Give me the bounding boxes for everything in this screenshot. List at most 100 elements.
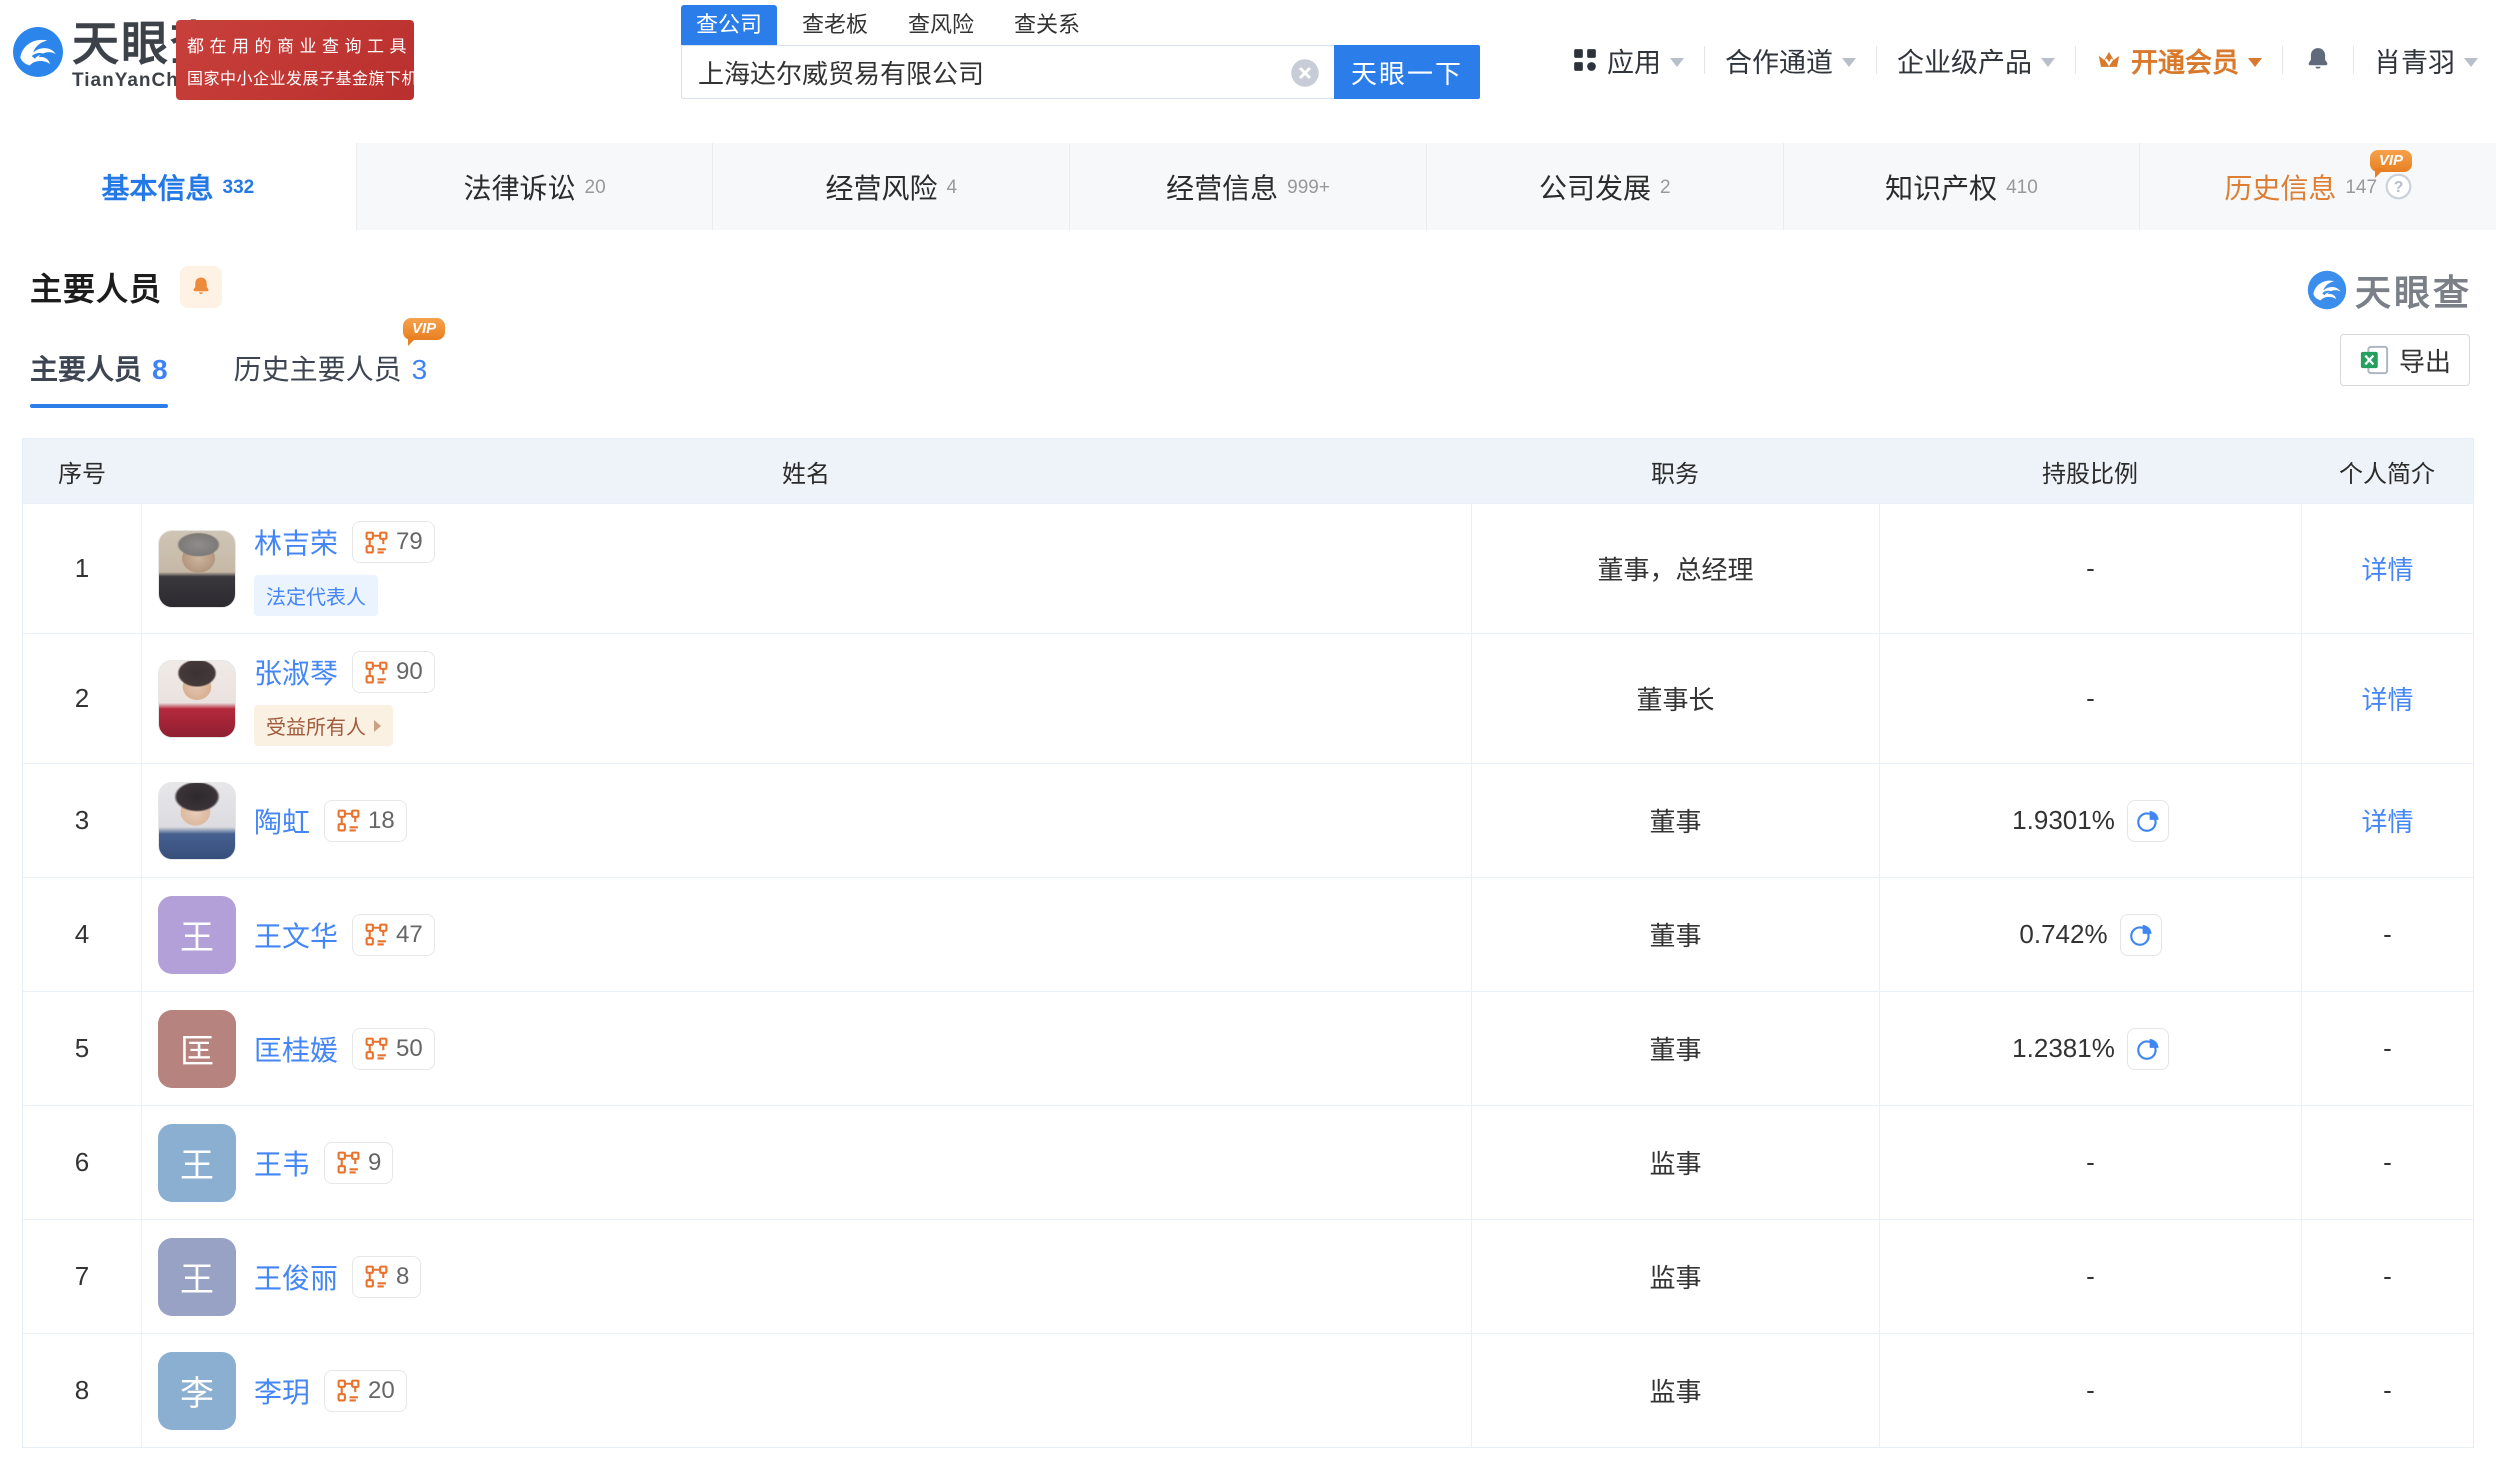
person-name-link[interactable]: 陶虹 bbox=[254, 801, 310, 841]
chevron-down-icon bbox=[2041, 57, 2055, 67]
profile-cell: - bbox=[2301, 1220, 2473, 1333]
ratio-cell: - bbox=[1879, 504, 2301, 633]
tab-company-development[interactable]: 公司发展 2 bbox=[1427, 143, 1784, 230]
search-tab-company[interactable]: 查公司 bbox=[681, 5, 778, 45]
tab-operating-info[interactable]: 经营信息 999+ bbox=[1070, 143, 1427, 230]
profile-cell: - bbox=[2301, 878, 2473, 991]
tab-history-info[interactable]: VIP 历史信息 147 bbox=[2140, 143, 2496, 230]
table-row: 1 林吉荣 79 法定代表人 董事，总经理 - 详情 bbox=[23, 503, 2473, 633]
relations-badge[interactable]: 20 bbox=[324, 1369, 407, 1412]
profile-detail-link[interactable]: 详情 bbox=[2361, 680, 2413, 717]
nav-vip-upgrade[interactable]: 开通会员 bbox=[2096, 41, 2262, 80]
divider bbox=[2075, 46, 2076, 74]
ratio-cell: 1.9301% bbox=[1879, 764, 2301, 877]
subtab-key-personnel[interactable]: 主要人员 8 bbox=[30, 348, 168, 408]
person-name-link[interactable]: 李玥 bbox=[254, 1371, 310, 1411]
person-letter-avatar[interactable]: 王 bbox=[158, 1237, 236, 1316]
name-cell: 林吉荣 79 法定代表人 bbox=[141, 504, 1471, 633]
position-cell: 董事，总经理 bbox=[1471, 504, 1879, 633]
person-photo-avatar[interactable] bbox=[158, 781, 236, 860]
tianyancha-logo-icon bbox=[12, 26, 64, 78]
tab-intellectual-property[interactable]: 知识产权 410 bbox=[1784, 143, 2141, 230]
nav-enterprise-products[interactable]: 企业级产品 bbox=[1897, 41, 2055, 80]
top-navigation: 应用 合作通道 企业级产品 开通会员 肖青羽 bbox=[1572, 30, 2478, 90]
relations-badge[interactable]: 79 bbox=[352, 521, 435, 563]
person-letter-avatar[interactable]: 王 bbox=[158, 895, 236, 974]
person-name-link[interactable]: 张淑琴 bbox=[254, 652, 338, 692]
tab-operating-risk[interactable]: 经营风险 4 bbox=[713, 143, 1071, 230]
clear-search-icon[interactable] bbox=[1290, 58, 1320, 88]
profile-detail-link[interactable]: 详情 bbox=[2361, 550, 2413, 587]
nav-apps[interactable]: 应用 bbox=[1572, 41, 1684, 80]
row-index-cell: 3 bbox=[74, 805, 90, 835]
watermark-logo: 天眼查 bbox=[2307, 264, 2472, 316]
divider bbox=[1876, 46, 1877, 74]
relations-badge[interactable]: 9 bbox=[324, 1141, 394, 1184]
position-cell: 监事 bbox=[1471, 1106, 1879, 1219]
person-name-link[interactable]: 王文华 bbox=[254, 915, 338, 955]
person-role-tag[interactable]: 法定代表人 bbox=[254, 575, 378, 616]
chevron-down-icon bbox=[1670, 57, 1684, 67]
chevron-down-icon bbox=[2464, 57, 2478, 67]
help-icon[interactable] bbox=[2385, 173, 2412, 200]
vip-badge: VIP bbox=[403, 318, 446, 346]
promo-banner: 都在用的商业查询工具 国家中小企业发展子基金旗下机构 bbox=[176, 20, 434, 100]
relations-badge[interactable]: 50 bbox=[352, 1027, 435, 1070]
relations-badge[interactable]: 90 bbox=[352, 651, 435, 693]
person-letter-avatar[interactable]: 王 bbox=[158, 1123, 236, 1202]
person-name-link[interactable]: 林吉荣 bbox=[254, 522, 338, 562]
position-cell: 董事 bbox=[1471, 878, 1879, 991]
profile-cell: 详情 bbox=[2301, 764, 2473, 877]
person-name-link[interactable]: 王俊丽 bbox=[254, 1257, 338, 1297]
relations-graph-icon bbox=[364, 530, 389, 555]
tianyancha-logo-icon bbox=[2307, 270, 2347, 310]
relations-badge[interactable]: 8 bbox=[352, 1255, 422, 1298]
person-role-tag[interactable]: 受益所有人 bbox=[254, 705, 393, 746]
personnel-table: 序号 姓名 职务 持股比例 个人简介 1 林吉荣 79 法定代表人 董事，总经理 bbox=[22, 438, 2474, 1448]
search-button[interactable]: 天眼一下 bbox=[1334, 45, 1480, 99]
section-title: 主要人员 bbox=[30, 271, 163, 307]
search-input[interactable] bbox=[682, 46, 1334, 98]
shareholding-pie-button[interactable] bbox=[2126, 1027, 2169, 1070]
shareholding-pie-button[interactable] bbox=[2126, 799, 2169, 842]
row-index-cell: 2 bbox=[74, 683, 90, 713]
person-letter-avatar[interactable]: 匡 bbox=[158, 1009, 236, 1088]
personnel-subtabs: 主要人员 8 VIP 历史主要人员 3 bbox=[30, 318, 2496, 408]
table-row: 7 王 王俊丽 8 监事 - - bbox=[23, 1219, 2473, 1333]
search-tab-relation[interactable]: 查关系 bbox=[999, 5, 1095, 45]
person-letter-avatar[interactable]: 李 bbox=[158, 1351, 236, 1430]
relations-graph-icon bbox=[364, 1036, 389, 1061]
person-name-link[interactable]: 王韦 bbox=[254, 1143, 310, 1183]
col-header-ratio: 持股比例 bbox=[2042, 460, 2138, 488]
relations-badge[interactable]: 47 bbox=[352, 913, 435, 956]
search-area: 查公司 查老板 查风险 查关系 天眼一下 bbox=[681, 5, 1480, 99]
ratio-cell: - bbox=[1879, 1106, 2301, 1219]
name-cell: 李 李玥 20 bbox=[141, 1334, 1471, 1447]
person-photo-avatar[interactable] bbox=[158, 659, 236, 738]
tab-basic-info[interactable]: 基本信息 332 bbox=[0, 143, 357, 230]
user-name: 肖青羽 bbox=[2374, 47, 2455, 78]
table-row: 8 李 李玥 20 监事 - - bbox=[23, 1333, 2473, 1447]
chevron-down-icon bbox=[1842, 57, 1856, 67]
nav-notifications[interactable] bbox=[2303, 44, 2333, 76]
subtab-history-personnel[interactable]: VIP 历史主要人员 3 bbox=[234, 318, 446, 408]
export-button[interactable]: 导出 bbox=[2339, 334, 2470, 386]
nav-user[interactable]: 肖青羽 bbox=[2374, 41, 2478, 80]
profile-detail-link[interactable]: 详情 bbox=[2361, 802, 2413, 839]
search-tab-boss[interactable]: 查老板 bbox=[787, 5, 883, 45]
ratio-cell: - bbox=[1879, 1220, 2301, 1333]
nav-partner-channel[interactable]: 合作通道 bbox=[1725, 41, 1856, 80]
position-cell: 监事 bbox=[1471, 1334, 1879, 1447]
shareholding-pie-button[interactable] bbox=[2119, 913, 2162, 956]
profile-cell: 详情 bbox=[2301, 504, 2473, 633]
position-cell: 监事 bbox=[1471, 1220, 1879, 1333]
position-cell: 董事 bbox=[1471, 764, 1879, 877]
search-tab-risk[interactable]: 查风险 bbox=[893, 5, 989, 45]
position-cell: 董事长 bbox=[1471, 634, 1879, 763]
monitor-bell-button[interactable] bbox=[180, 266, 223, 308]
ratio-cell: - bbox=[1879, 634, 2301, 763]
relations-badge[interactable]: 18 bbox=[324, 799, 407, 842]
person-name-link[interactable]: 匡桂媛 bbox=[254, 1029, 338, 1069]
tab-legal-proceedings[interactable]: 法律诉讼 20 bbox=[357, 143, 714, 230]
person-photo-avatar[interactable] bbox=[158, 529, 236, 608]
